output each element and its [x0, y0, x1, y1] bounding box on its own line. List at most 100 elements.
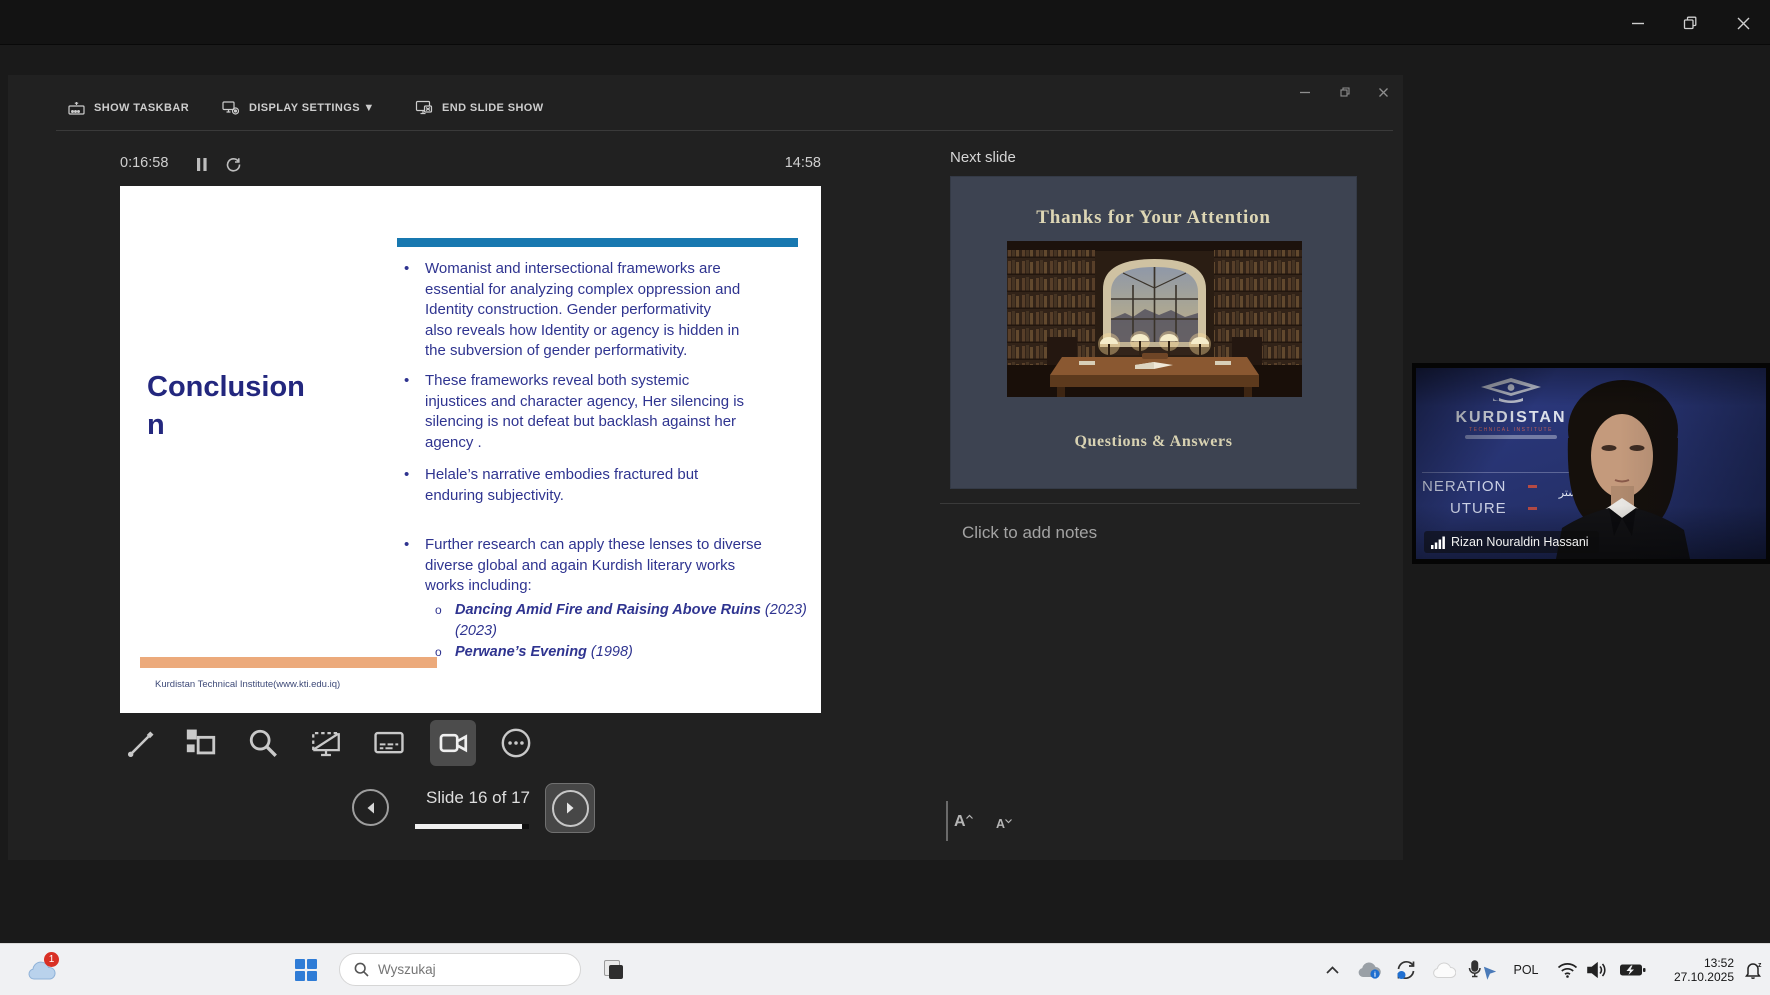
slide-title-line1: Conclusion — [147, 368, 305, 406]
minimize-icon — [1300, 87, 1310, 97]
inner-minimize-button[interactable] — [1290, 81, 1320, 103]
all-slides-button[interactable] — [178, 720, 224, 766]
pen-tool-button[interactable] — [119, 720, 165, 766]
more-options-button[interactable] — [493, 720, 539, 766]
task-view-icon — [601, 958, 626, 983]
notification-badge: 1 — [44, 952, 59, 967]
chevron-up-icon — [1326, 966, 1339, 974]
clock-time: 14:58 — [741, 155, 821, 171]
start-button[interactable] — [286, 950, 326, 990]
mic-in-use-icon[interactable] — [1463, 950, 1501, 990]
display-settings-button[interactable]: DISPLAY SETTINGS ▼ — [222, 95, 375, 121]
bullet-text-line: Womanist and intersectional frameworks a… — [425, 259, 740, 280]
magnifier-icon — [246, 726, 280, 760]
volume-icon[interactable] — [1580, 950, 1614, 990]
pause-timer-button[interactable] — [191, 154, 213, 174]
prev-arrow-icon — [364, 801, 378, 815]
bullet-text-line: works including: — [425, 576, 762, 597]
show-taskbar-label: SHOW TASKBAR — [94, 102, 189, 114]
display-settings-icon — [222, 100, 240, 116]
taskbar: 1 — [0, 943, 1770, 995]
slide-title: Conclusion n — [147, 368, 305, 444]
tray-chevron-button[interactable] — [1316, 950, 1348, 990]
taskbar-app-task-view[interactable] — [593, 950, 633, 990]
next-arrow-icon — [563, 801, 577, 815]
sub-bullet-marker: o — [435, 600, 455, 621]
font-increase-button[interactable]: A — [954, 813, 973, 831]
taskbar-search[interactable] — [339, 953, 581, 986]
bullet-text-line: diverse global and again Kurdish literar… — [425, 556, 762, 577]
outer-minimize-button[interactable] — [1616, 8, 1660, 38]
bullet-marker: • — [404, 535, 409, 556]
inner-close-button[interactable] — [1368, 81, 1398, 103]
work-year-line2: (2023) — [435, 621, 807, 642]
participant-name-chip: Rizan Nouraldin Hassani — [1424, 531, 1599, 553]
search-input[interactable] — [378, 962, 548, 977]
outer-titlebar — [0, 0, 1770, 45]
show-taskbar-button[interactable]: SHOW TASKBAR — [68, 95, 189, 121]
current-slide-canvas[interactable]: Conclusion n • Womanist and intersection… — [120, 186, 821, 713]
outer-close-button[interactable] — [1721, 8, 1765, 38]
black-screen-icon — [309, 726, 343, 760]
bullet-text-line: also reveals how Identity or agency is h… — [425, 321, 740, 342]
work-year: (2023) — [761, 602, 807, 618]
black-screen-button[interactable] — [303, 720, 349, 766]
svg-text:i: i — [1374, 971, 1376, 979]
subtitles-icon — [372, 726, 406, 760]
battery-icon[interactable] — [1613, 950, 1651, 990]
slide-counter: Slide 16 of 17 — [408, 788, 548, 808]
presenter-view-window: SHOW TASKBAR DISPLAY SETTINGS ▼ END SLID… — [8, 75, 1403, 860]
camera-toggle-button[interactable] — [430, 720, 476, 766]
bullet-text-line: Identity construction. Gender performati… — [425, 300, 740, 321]
onedrive-status-icon[interactable]: i — [1352, 950, 1386, 990]
notes-placeholder[interactable]: Click to add notes — [962, 523, 1097, 543]
bullet-marker: • — [404, 259, 409, 280]
pause-icon — [197, 158, 207, 171]
font-decrease-button[interactable]: A — [996, 817, 1012, 831]
webcam-video: KURDISTAN TECHNICAL INSTITUTE NERATION U… — [1416, 368, 1766, 559]
taskbar-app-edge[interactable] — [643, 990, 683, 995]
display-settings-label: DISPLAY SETTINGS ▼ — [249, 102, 375, 114]
restore-icon — [1683, 16, 1697, 30]
bullet-text-line: Further research can apply these lenses … — [425, 535, 762, 556]
screen: SHOW TASKBAR DISPLAY SETTINGS ▼ END SLID… — [0, 0, 1770, 995]
bullet-marker: • — [404, 465, 409, 486]
language-indicator[interactable]: POL — [1506, 950, 1546, 990]
bullet-text-line: the subversion of gender performativity. — [425, 341, 740, 362]
minimize-icon — [1631, 16, 1645, 30]
caret-up-icon — [966, 814, 973, 821]
end-slide-show-button[interactable]: END SLIDE SHOW — [415, 95, 544, 121]
end-slide-show-icon — [415, 100, 433, 116]
sub-bullet-marker: o — [435, 642, 455, 663]
caret-down-icon — [1005, 817, 1012, 824]
bullet-text-line: These frameworks reveal both systemic — [425, 371, 744, 392]
notes-pane-handle[interactable] — [946, 801, 948, 841]
preview-slide-subtitle: Questions & Answers — [951, 433, 1356, 451]
zoom-tool-button[interactable] — [240, 720, 286, 766]
windows-logo-icon — [295, 959, 317, 981]
sync-status-icon[interactable] — [1389, 950, 1423, 990]
slide-footer-bar — [140, 657, 437, 668]
library-illustration — [1007, 241, 1302, 397]
slide-progress-fill — [415, 824, 522, 829]
ellipsis-icon — [499, 726, 533, 760]
restart-timer-button[interactable] — [222, 154, 244, 174]
work-title: Perwane’s Evening — [455, 644, 587, 660]
inner-restore-button[interactable] — [1330, 81, 1360, 103]
subtitles-button[interactable] — [366, 720, 412, 766]
taskbar-clock[interactable]: 13:52 27.10.2025 — [1672, 956, 1734, 984]
sub-bullet-item: oPerwane’s Evening (1998) — [435, 642, 633, 663]
outer-restore-button[interactable] — [1668, 8, 1712, 38]
bullet-text-line: enduring subjectivity. — [425, 486, 698, 507]
notification-bell-button[interactable]: z — [1738, 950, 1768, 990]
clock-date: 27.10.2025 — [1672, 970, 1734, 984]
widgets-button[interactable]: 1 — [22, 950, 62, 990]
prev-slide-button[interactable] — [352, 789, 389, 826]
next-slide-label: Next slide — [950, 149, 1016, 166]
restart-icon — [226, 157, 241, 172]
webcam-overlay[interactable]: KURDISTAN TECHNICAL INSTITUTE NERATION U… — [1412, 363, 1770, 564]
next-slide-button[interactable] — [545, 783, 595, 833]
wifi-icon[interactable] — [1551, 950, 1583, 990]
search-icon — [354, 962, 369, 977]
next-slide-preview[interactable]: Thanks for Your Attention — [950, 176, 1357, 489]
